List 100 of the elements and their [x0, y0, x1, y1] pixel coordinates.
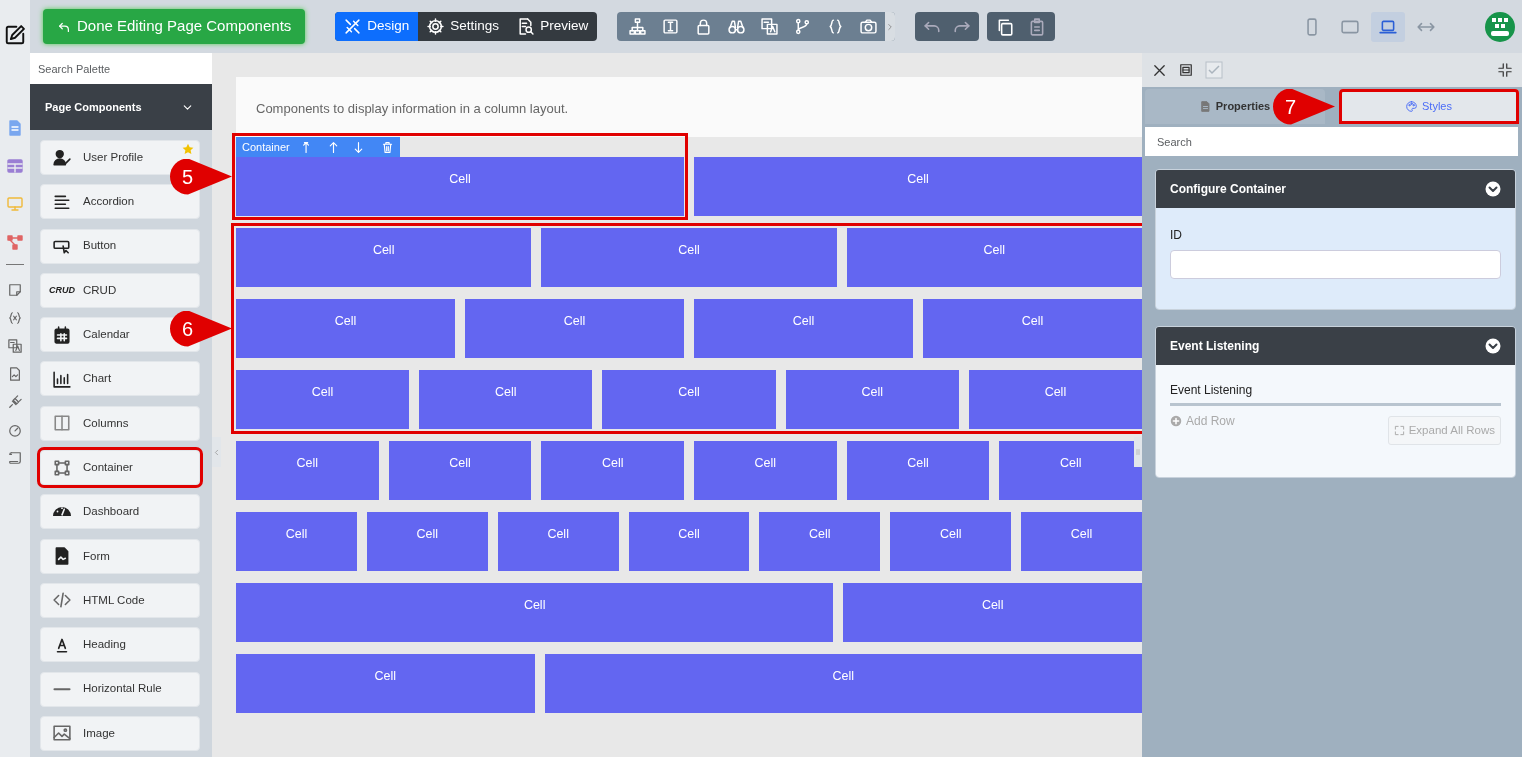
- search-field[interactable]: Search: [1145, 127, 1518, 156]
- panel-icon[interactable]: [1179, 63, 1193, 77]
- device-toggle[interactable]: [1371, 11, 1405, 42]
- component-item[interactable]: Form: [40, 538, 200, 574]
- layout-cell[interactable]: Cell: [694, 157, 1142, 216]
- layout-cell[interactable]: Cell: [759, 512, 881, 571]
- panel-header[interactable]: Page Components: [30, 84, 212, 130]
- mode-tab[interactable]: Design: [335, 12, 419, 41]
- table-icon[interactable]: [7, 158, 23, 174]
- component-item[interactable]: Accordion: [40, 184, 200, 220]
- scroll-icon[interactable]: [8, 451, 22, 465]
- compress-icon[interactable]: [1498, 63, 1512, 77]
- binoculars-icon[interactable]: [728, 18, 746, 35]
- component-item[interactable]: Image: [40, 715, 200, 751]
- chevron-circle-icon[interactable]: [1485, 181, 1501, 197]
- component-item[interactable]: Columns: [40, 405, 200, 441]
- layout-cell[interactable]: Cell: [968, 370, 1142, 429]
- layout-cell[interactable]: Cell: [236, 370, 410, 429]
- palette-icon: [1406, 101, 1417, 112]
- avatar-icon[interactable]: [1485, 11, 1515, 42]
- sitemap-icon[interactable]: [629, 18, 647, 35]
- toolbar-label: Container: [242, 139, 290, 155]
- layout-cell[interactable]: Cell: [236, 228, 532, 287]
- document-search-icon: [517, 18, 535, 35]
- document-icon[interactable]: [7, 120, 23, 136]
- layout-cell[interactable]: Cell: [366, 512, 488, 571]
- component-item[interactable]: HTML Code: [40, 582, 200, 618]
- copy-icon[interactable]: [996, 17, 1015, 36]
- image-icon: [53, 724, 71, 743]
- layout-cell[interactable]: Cell: [628, 512, 750, 571]
- layout-cell[interactable]: Cell: [497, 512, 619, 571]
- component-item[interactable]: CRUD CRUD: [40, 272, 200, 308]
- layout-cell[interactable]: Cell: [465, 299, 684, 358]
- pencil-ruler-icon: [344, 18, 362, 35]
- gauge-icon[interactable]: [8, 423, 22, 437]
- plug-icon[interactable]: [8, 395, 22, 409]
- translate-icon[interactable]: [761, 18, 779, 35]
- component-item[interactable]: Horizontal Rule: [40, 671, 200, 707]
- mode-tab[interactable]: Settings: [418, 12, 509, 41]
- field-label: ID: [1170, 227, 1183, 244]
- star-icon[interactable]: [182, 143, 194, 155]
- trash-icon[interactable]: [380, 140, 394, 154]
- camera-icon[interactable]: [860, 18, 878, 35]
- plus-circle-icon: [1170, 415, 1182, 427]
- panel-title: Page Components: [45, 99, 142, 115]
- layout-cell[interactable]: Cell: [236, 441, 379, 500]
- component-item[interactable]: Button: [40, 228, 200, 264]
- layout-cell[interactable]: Cell: [846, 441, 990, 500]
- layout-cell[interactable]: Cell: [923, 299, 1142, 358]
- text-field-icon[interactable]: [662, 18, 680, 35]
- done-editing-button[interactable]: Done Editing Page Components: [43, 9, 306, 44]
- layout-cell[interactable]: Cell: [236, 654, 535, 713]
- branch-icon[interactable]: [794, 18, 812, 35]
- layout-cell[interactable]: Cell: [236, 583, 834, 642]
- columns-icon: [53, 414, 71, 433]
- container-icon: [53, 458, 71, 477]
- input-field[interactable]: [1170, 250, 1501, 279]
- layout-cell[interactable]: Cell: [236, 299, 455, 358]
- translate-icon[interactable]: [8, 339, 22, 353]
- layout-cell[interactable]: Cell: [388, 441, 532, 500]
- user-edit-icon: [53, 148, 71, 167]
- layout-cell[interactable]: Cell: [843, 583, 1142, 642]
- file-chart-icon[interactable]: [8, 367, 22, 381]
- component-item[interactable]: Dashboard: [40, 494, 200, 530]
- layout-cell[interactable]: Cell: [999, 441, 1143, 500]
- chevron-circle-icon[interactable]: [1485, 338, 1501, 354]
- layout-cell[interactable]: Cell: [541, 441, 684, 500]
- lock-icon[interactable]: [695, 18, 713, 35]
- component-item[interactable]: Heading: [40, 627, 200, 663]
- bar-chart-icon: [53, 370, 71, 388]
- layout-cell[interactable]: Cell: [236, 512, 357, 571]
- layout-cell[interactable]: Cell: [785, 370, 959, 429]
- network-icon[interactable]: [7, 234, 23, 250]
- section-title: Configure Container: [1170, 181, 1286, 198]
- search-field[interactable]: Search Palette: [30, 53, 212, 84]
- layout-cell[interactable]: Cell: [544, 654, 1142, 713]
- layout-cell[interactable]: Cell: [541, 228, 837, 287]
- resize-handle[interactable]: [1134, 437, 1142, 467]
- grip-icon: [1134, 448, 1142, 456]
- component-item[interactable]: Chart: [40, 361, 200, 397]
- layout-cell[interactable]: Cell: [694, 299, 913, 358]
- layout-cell[interactable]: Cell: [419, 370, 593, 429]
- layout-cell[interactable]: Cell: [602, 370, 776, 429]
- layout-cell[interactable]: Cell: [890, 512, 1012, 571]
- collapse-handle[interactable]: [212, 437, 221, 467]
- section-header[interactable]: Event Listening: [1156, 327, 1515, 365]
- edit-icon[interactable]: [4, 24, 26, 46]
- close-icon[interactable]: [1152, 62, 1167, 78]
- component-item[interactable]: Container: [40, 450, 200, 486]
- variable-icon[interactable]: [8, 311, 22, 325]
- layout-cell[interactable]: Cell: [1021, 512, 1142, 571]
- mode-tab[interactable]: Preview: [508, 12, 598, 41]
- braces-icon[interactable]: [827, 18, 845, 35]
- layout-cell[interactable]: Cell: [846, 228, 1142, 287]
- layout-cell[interactable]: Cell: [236, 157, 684, 216]
- section-header[interactable]: Configure Container: [1156, 170, 1515, 208]
- document-icon: [53, 547, 71, 566]
- note-icon[interactable]: [8, 283, 22, 297]
- checkbox-icon[interactable]: [1205, 61, 1223, 79]
- layout-cell[interactable]: Cell: [694, 441, 837, 500]
